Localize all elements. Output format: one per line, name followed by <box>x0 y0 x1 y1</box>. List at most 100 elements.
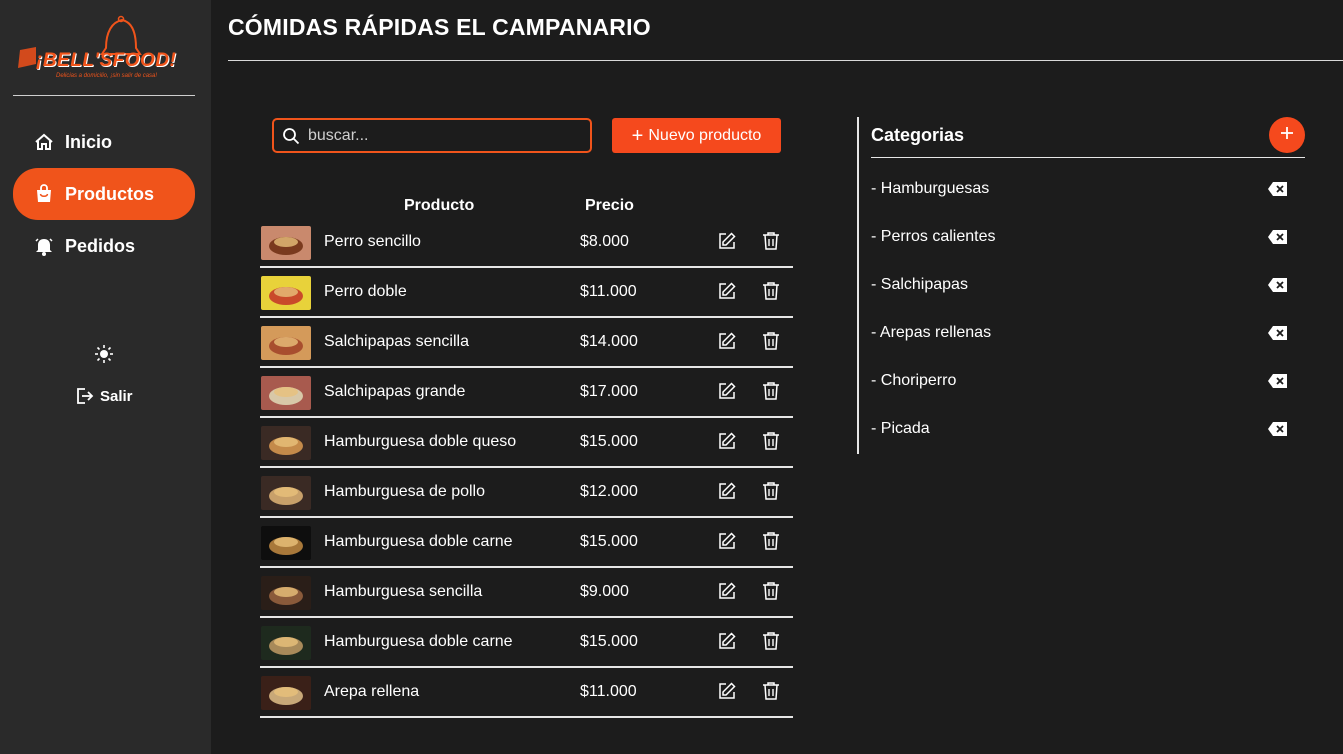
logout-label: Salir <box>100 387 133 405</box>
edit-icon <box>719 482 736 499</box>
product-name: Hamburguesa de pollo <box>324 483 485 500</box>
edit-button[interactable] <box>717 681 737 701</box>
sidebar-item-label: Inicio <box>65 131 113 152</box>
categories-header-rule <box>871 157 1305 158</box>
sun-icon <box>94 344 114 369</box>
backspace-icon <box>1268 182 1287 196</box>
delete-button[interactable] <box>762 631 780 651</box>
delete-button[interactable] <box>762 531 780 551</box>
sidebar-item-label: Pedidos <box>65 235 136 256</box>
delete-button[interactable] <box>762 281 780 301</box>
category-item: - Arepas rellenas <box>871 322 1291 346</box>
trash-icon <box>763 432 779 450</box>
search-input[interactable] <box>308 126 578 145</box>
product-name: Arepa rellena <box>324 683 420 700</box>
delete-button[interactable] <box>762 331 780 351</box>
table-row: Hamburguesa doble carne $15.000 <box>260 518 793 568</box>
product-price: $15.000 <box>580 433 638 450</box>
product-name: Hamburguesa sencilla <box>324 583 483 600</box>
column-header-producto: Producto <box>404 197 475 214</box>
category-label: - Picada <box>871 420 930 437</box>
backspace-icon <box>1268 374 1287 388</box>
edit-icon <box>719 532 736 549</box>
sidebar-item-pedidos[interactable]: Pedidos <box>13 221 195 271</box>
delete-button[interactable] <box>762 381 780 401</box>
logout-button[interactable]: Salir <box>74 384 133 408</box>
category-item: - Choriperro <box>871 370 1291 394</box>
edit-button[interactable] <box>717 231 737 251</box>
table-row: Hamburguesa sencilla $9.000 <box>260 568 793 618</box>
delete-category-button[interactable] <box>1267 421 1288 437</box>
edit-button[interactable] <box>717 581 737 601</box>
product-price: $15.000 <box>580 533 638 550</box>
add-category-button[interactable] <box>1269 117 1305 153</box>
delete-button[interactable] <box>762 231 780 251</box>
search-icon <box>282 126 302 146</box>
delete-button[interactable] <box>762 681 780 701</box>
category-label: - Hamburguesas <box>871 180 990 197</box>
search-box[interactable] <box>272 118 592 153</box>
brand-logo[interactable]: ¡BELL'SFOOD! Delicias a domicilio, ¡sin … <box>14 14 194 90</box>
table-row: Hamburguesa doble carne $15.000 <box>260 618 793 668</box>
delete-category-button[interactable] <box>1267 325 1288 341</box>
product-thumbnail <box>261 526 311 560</box>
edit-button[interactable] <box>717 281 737 301</box>
edit-icon <box>719 232 736 249</box>
delete-category-button[interactable] <box>1267 229 1288 245</box>
product-name: Perro sencillo <box>324 233 421 250</box>
table-row: Hamburguesa de pollo $12.000 <box>260 468 793 518</box>
backspace-icon <box>1268 230 1287 244</box>
product-price: $8.000 <box>580 233 629 250</box>
bell-icon <box>33 235 55 257</box>
delete-category-button[interactable] <box>1267 373 1288 389</box>
plus-icon <box>1279 125 1295 146</box>
trash-icon <box>763 482 779 500</box>
edit-icon <box>719 582 736 599</box>
backspace-icon <box>1268 278 1287 292</box>
delete-category-button[interactable] <box>1267 181 1288 197</box>
edit-icon <box>719 382 736 399</box>
product-price: $15.000 <box>580 633 638 650</box>
table-row: Perro doble $11.000 <box>260 268 793 318</box>
categories-divider <box>857 117 859 454</box>
product-name: Salchipapas sencilla <box>324 333 469 350</box>
product-name: Salchipapas grande <box>324 383 466 400</box>
edit-button[interactable] <box>717 381 737 401</box>
edit-icon <box>719 432 736 449</box>
logout-icon <box>74 385 96 407</box>
shopping-bag-icon <box>33 183 55 205</box>
product-price: $17.000 <box>580 383 638 400</box>
logo-text: ¡BELL'SFOOD! <box>36 50 177 71</box>
sidebar-item-label: Productos <box>65 183 155 204</box>
sidebar-divider <box>13 95 195 96</box>
trash-icon <box>763 632 779 650</box>
new-product-button[interactable]: + Nuevo producto <box>612 118 781 153</box>
product-thumbnail <box>261 326 311 360</box>
product-price: $14.000 <box>580 333 638 350</box>
home-icon <box>33 131 55 153</box>
edit-button[interactable] <box>717 431 737 451</box>
product-price: $11.000 <box>580 283 637 300</box>
product-thumbnail <box>261 626 311 660</box>
sidebar-item-inicio[interactable]: Inicio <box>13 117 195 167</box>
product-thumbnail <box>261 376 311 410</box>
delete-button[interactable] <box>762 481 780 501</box>
category-label: - Choriperro <box>871 372 957 389</box>
trash-icon <box>763 332 779 350</box>
sidebar-item-productos[interactable]: Productos <box>13 168 195 220</box>
edit-button[interactable] <box>717 331 737 351</box>
delete-button[interactable] <box>762 431 780 451</box>
edit-button[interactable] <box>717 531 737 551</box>
categories-title: Categorias <box>871 125 965 145</box>
page-title: CÓMIDAS RÁPIDAS EL CAMPANARIO <box>228 14 651 40</box>
delete-button[interactable] <box>762 581 780 601</box>
edit-icon <box>719 332 736 349</box>
theme-toggle-button[interactable] <box>92 344 116 368</box>
product-name: Hamburguesa doble carne <box>324 533 513 550</box>
delete-category-button[interactable] <box>1267 277 1288 293</box>
plus-icon: + <box>631 124 644 147</box>
edit-button[interactable] <box>717 481 737 501</box>
edit-button[interactable] <box>717 631 737 651</box>
product-thumbnail <box>261 426 311 460</box>
product-price: $11.000 <box>580 683 637 700</box>
